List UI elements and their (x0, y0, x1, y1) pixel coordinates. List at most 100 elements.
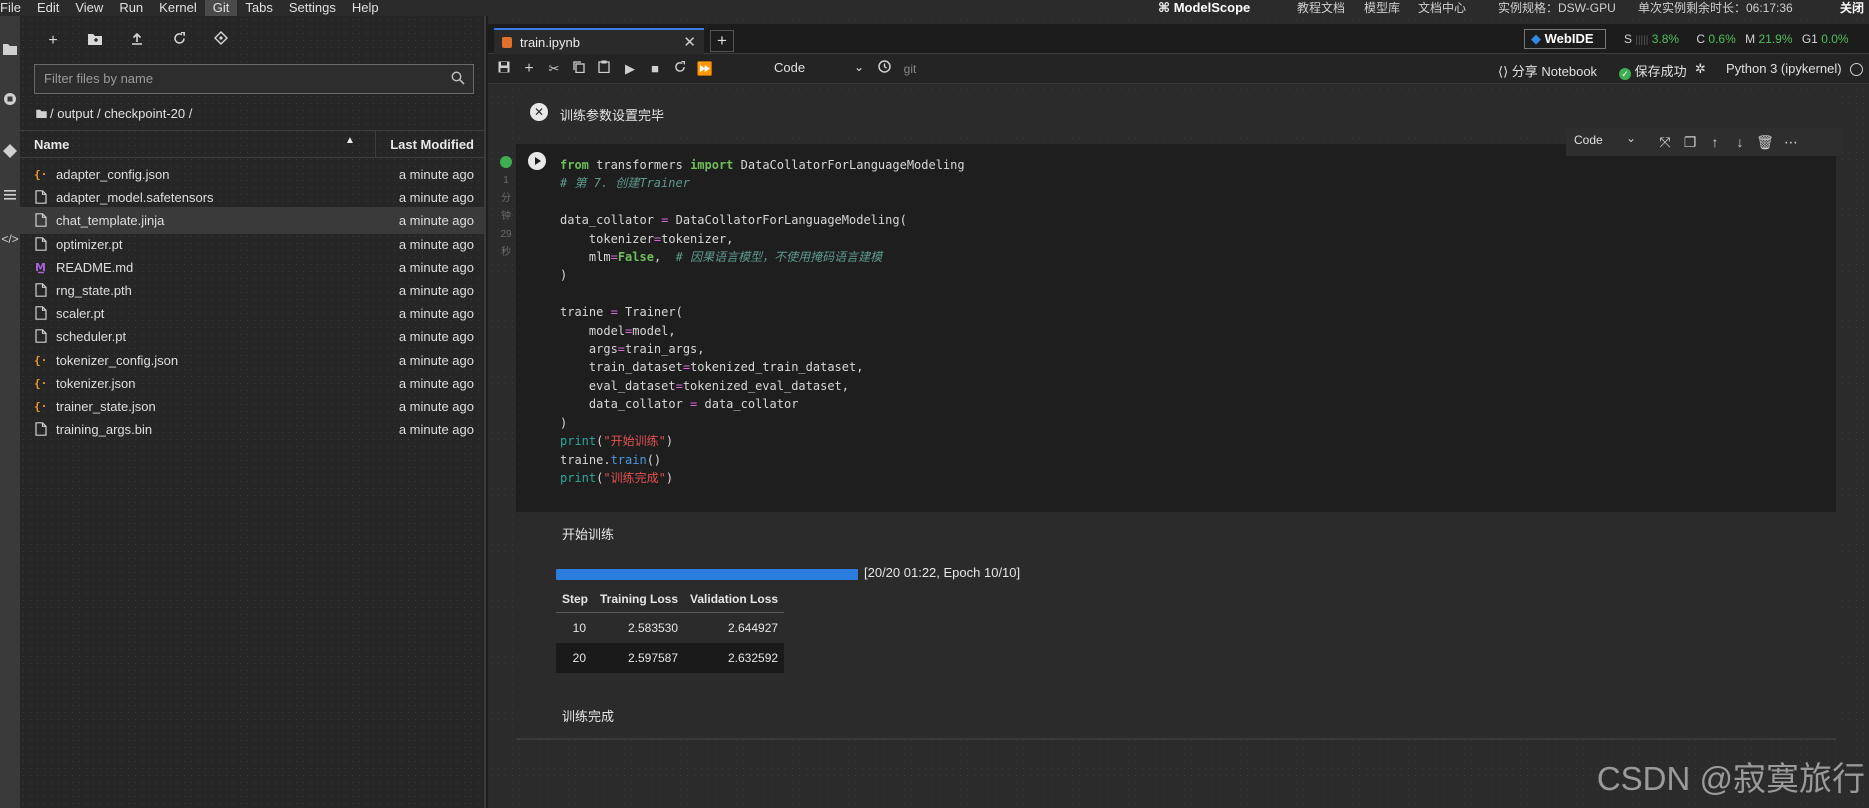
link-model-hub[interactable]: 模型库 (1364, 0, 1400, 16)
kernel-name[interactable]: Python 3 (ipykernel) (1726, 61, 1842, 76)
refresh-icon (173, 31, 185, 44)
link-doc-center[interactable]: 文档中心 (1418, 0, 1466, 16)
menu-settings[interactable]: Settings (281, 0, 344, 16)
file-filter-input[interactable]: Filter files by name (34, 64, 474, 94)
more-icon[interactable]: ⋯ (1780, 132, 1802, 152)
copy-button[interactable] (567, 59, 591, 79)
table-cell: 10 (572, 621, 587, 635)
file-filter-placeholder: Filter files by name (44, 71, 154, 86)
clock-icon (877, 60, 891, 73)
exec-time-part: 分 (501, 193, 511, 204)
interrupt-kernel-button[interactable]: ■ (643, 59, 667, 79)
cut-button[interactable]: ✂ (542, 59, 566, 79)
notebook-toolbar: + ✂ ▶ ■ ⏩ Code ⌄ git ⟨⟩ 分享 Notebook ✓ 保存… (488, 54, 1869, 84)
metric-s-value: 3.8% (1651, 32, 1680, 46)
menu-help[interactable]: Help (344, 0, 387, 16)
remaining-time: 单次实例剩余时长：06:17:36 (1638, 1, 1793, 15)
duplicate-icon[interactable]: ❐ (1679, 132, 1701, 152)
menu-view[interactable]: View (67, 0, 111, 16)
chevron-down-icon[interactable]: ⌄ (1626, 131, 1636, 145)
file-modified: a minute ago (398, 375, 474, 391)
table-row: 20 2.597587 2.632592 (556, 643, 785, 673)
file-name: README.md (56, 259, 134, 275)
git-icon[interactable] (0, 140, 20, 162)
upload-button[interactable] (124, 28, 150, 54)
table-cell: 20 (556, 643, 595, 673)
svg-text:{·}: {·} (34, 400, 48, 413)
table-header: Training Loss (594, 586, 685, 613)
save-icon (498, 61, 510, 73)
loss-table: Step Training Loss Validation Loss 10 2.… (556, 586, 785, 673)
metric-g-value: 0.0% (1821, 32, 1849, 46)
running-icon[interactable] (0, 88, 20, 110)
output-done-text: 训练完成 (562, 709, 615, 724)
file-modified: a minute ago (398, 283, 474, 298)
folder-icon[interactable] (0, 38, 20, 60)
toc-icon[interactable] (0, 184, 20, 206)
delete-icon[interactable]: 🗑 (1754, 132, 1776, 152)
menu-run[interactable]: Run (111, 0, 151, 16)
git-clone-button[interactable] (208, 28, 234, 54)
vscode-icon: ◆ (1531, 31, 1541, 46)
save-button[interactable] (492, 59, 516, 79)
menu-kernel[interactable]: Kernel (151, 0, 205, 16)
move-down-icon[interactable]: ↓ (1729, 132, 1751, 152)
column-name-header[interactable]: Name (34, 137, 69, 152)
menu-tabs[interactable]: Tabs (237, 0, 280, 16)
modelscope-logo[interactable]: ⌘ ModelScope (1158, 0, 1250, 16)
column-divider[interactable] (375, 131, 376, 158)
breadcrumb-path: / output / checkpoint-20 / (50, 106, 193, 121)
git-diff-button[interactable]: git (898, 59, 922, 79)
timer-button[interactable] (872, 59, 896, 79)
share-notebook-button[interactable]: ⟨⟩ 分享 Notebook (1498, 61, 1597, 80)
webide-button[interactable]: ◆ WebIDE (1524, 29, 1606, 49)
bug-icon[interactable]: ✲ (1695, 61, 1706, 77)
paste-button[interactable] (592, 59, 616, 79)
file-modified: a minute ago (398, 399, 474, 414)
code-icon[interactable]: </> (0, 228, 20, 250)
paste-icon (598, 60, 610, 74)
link-tutorials[interactable]: 教程文档 (1297, 0, 1345, 16)
cell-type-select[interactable]: Code (1574, 133, 1603, 147)
run-cell-icon[interactable] (528, 152, 546, 170)
insert-cell-button[interactable]: + (517, 59, 541, 79)
file-name: adapter_model.safetensors (56, 190, 214, 206)
check-circle-icon: ✓ (1619, 68, 1631, 80)
close-button[interactable]: 关闭 (1840, 0, 1864, 16)
new-folder-button[interactable] (82, 28, 108, 54)
sort-ascending-icon[interactable]: ▲ (345, 135, 355, 146)
cell-toolbar: Code ⌄ ⤧ ❐ ↑ ↓ 🗑 ⋯ (1566, 128, 1841, 156)
menu-file[interactable]: File (0, 0, 29, 16)
menu-git[interactable]: Git (204, 0, 238, 16)
move-up-icon[interactable]: ↑ (1704, 132, 1726, 152)
exec-time-part: 29 (500, 229, 512, 240)
cell-type-dropdown[interactable]: Code ⌄ (774, 60, 864, 78)
table-row: 10 2.583530 2.644927 (556, 613, 784, 644)
file-name: tokenizer_config.json (56, 352, 179, 368)
code-content[interactable]: from transformers import DataCollatorFor… (560, 156, 965, 487)
metric-m-value: 21.9% (1758, 32, 1793, 46)
file-row[interactable]: training_args.bin a minute ago (20, 416, 484, 443)
restart-kernel-button[interactable] (668, 59, 692, 79)
new-folder-icon (88, 34, 102, 45)
close-icon[interactable]: ✕ (683, 33, 696, 51)
close-circle-icon[interactable]: ✕ (530, 103, 548, 121)
column-modified-header[interactable]: Last Modified (390, 137, 474, 152)
svg-text:{·}: {·} (34, 354, 48, 367)
webide-label: WebIDE (1544, 31, 1594, 46)
file-list-header: Name ▲ Last Modified (20, 130, 484, 158)
collapse-icon[interactable]: ⤧ (1654, 132, 1676, 152)
breadcrumb[interactable]: / output / checkpoint-20 / (36, 104, 192, 124)
activity-bar: </> (0, 16, 20, 808)
run-cell-button[interactable]: ▶ (618, 59, 642, 79)
table-header: Step (556, 586, 595, 613)
refresh-button[interactable] (166, 28, 192, 54)
new-tab-button[interactable]: + (710, 30, 734, 52)
file-name: scaler.pt (56, 306, 105, 322)
tab-train-notebook[interactable]: train.ipynb ✕ (494, 28, 704, 55)
restart-run-all-button[interactable]: ⏩ (693, 59, 717, 79)
menu-edit[interactable]: Edit (29, 0, 67, 16)
fast-forward-icon: ⏩ (696, 61, 714, 76)
save-status-label: 保存成功 (1634, 64, 1687, 79)
new-launcher-button[interactable]: + (40, 28, 66, 54)
